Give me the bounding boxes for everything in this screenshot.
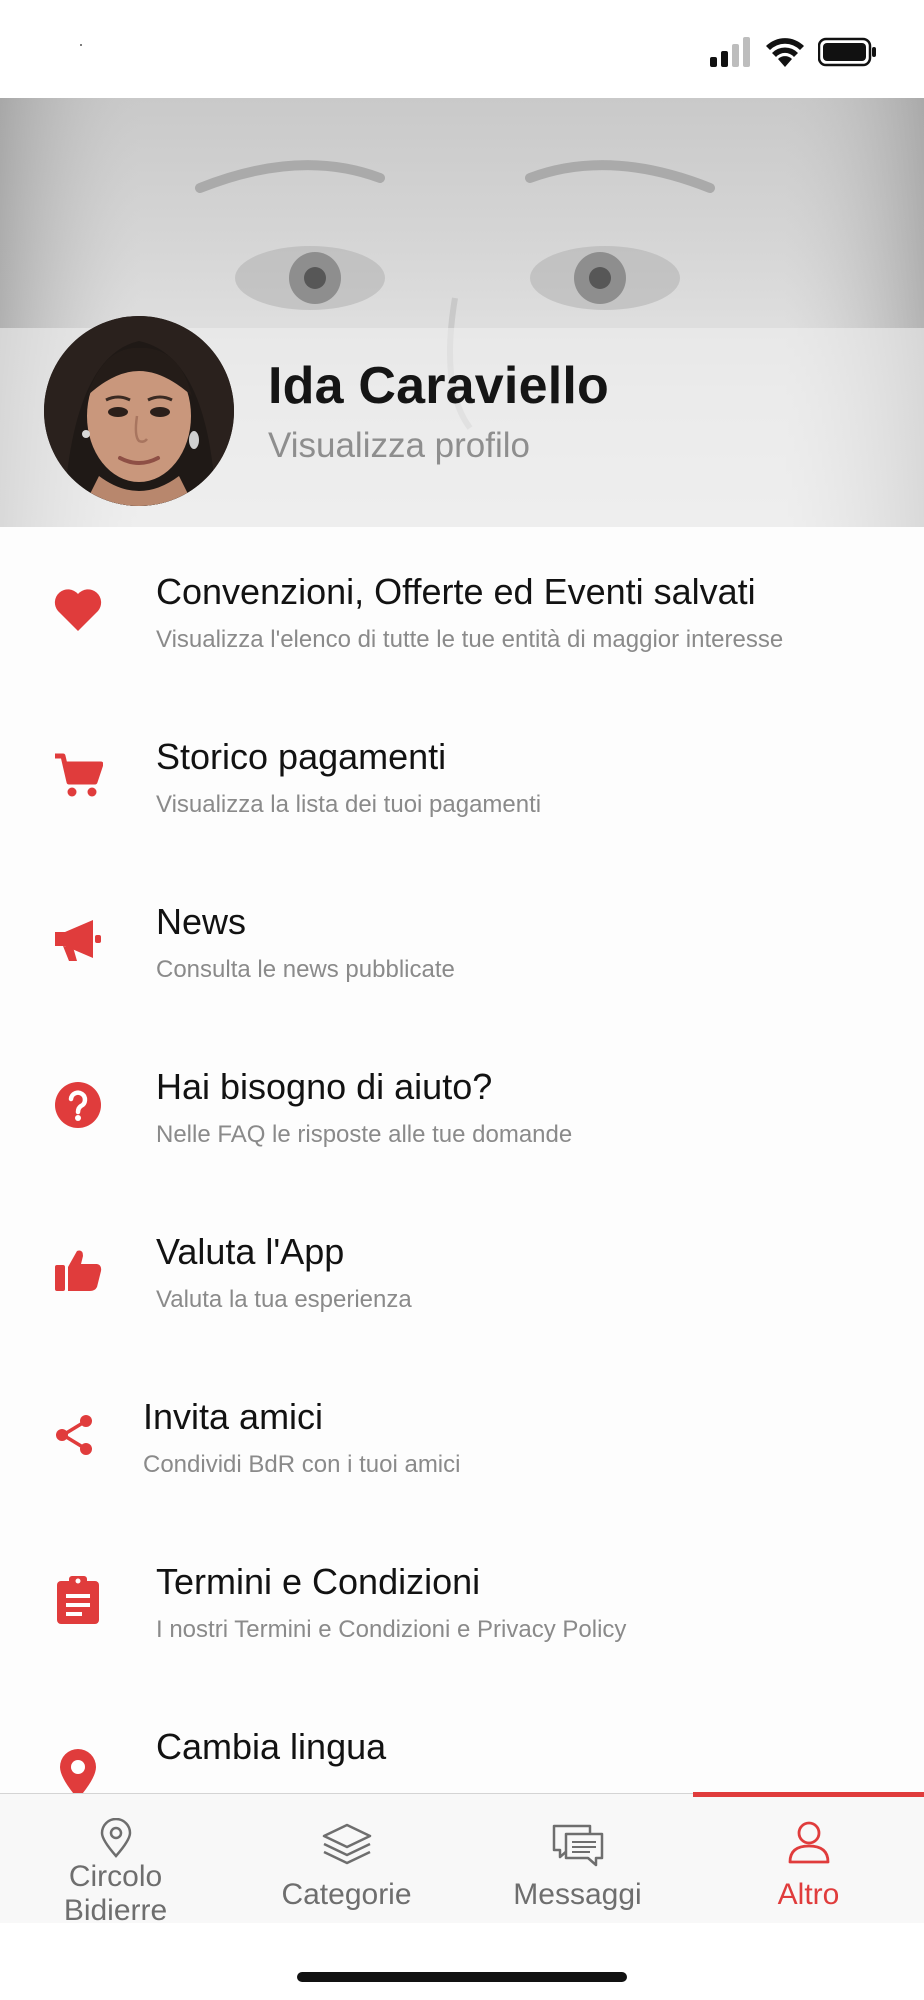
menu-list: Convenzioni, Offerte ed Eventi salvati V… <box>0 527 924 1793</box>
home-indicator[interactable] <box>297 1972 627 1982</box>
profile-name: Ida Caraviello <box>268 357 609 415</box>
tab-messaggi[interactable]: Messaggi <box>462 1794 693 1924</box>
location-pin-icon <box>52 1748 104 1793</box>
menu-item-title: Cambia lingua <box>156 1726 387 1767</box>
menu-item-title: Storico pagamenti <box>156 736 447 777</box>
menu-item-title: Convenzioni, Offerte ed Eventi salvati <box>156 571 756 612</box>
home-indicator-area <box>0 1923 924 2000</box>
menu-item-title: Hai bisogno di aiuto? <box>156 1066 493 1107</box>
battery-icon <box>818 37 876 67</box>
avatar[interactable] <box>44 316 234 506</box>
cellular-signal-icon <box>710 37 750 67</box>
view-profile-link[interactable]: Visualizza profilo <box>268 426 530 466</box>
tab-categorie[interactable]: Categorie <box>231 1794 462 1924</box>
menu-item-saved[interactable]: Convenzioni, Offerte ed Eventi salvati V… <box>0 527 924 692</box>
help-icon <box>52 1079 104 1131</box>
menu-item-title: Invita amici <box>143 1396 324 1437</box>
map-pin-icon <box>100 1818 131 1858</box>
menu-item-subtitle: Consulta le news pubblicate <box>156 956 455 983</box>
menu-item-subtitle: Visualizza l'elenco di tutte le tue enti… <box>156 626 784 653</box>
user-icon <box>788 1821 829 1864</box>
menu-item-news[interactable]: News Consulta le news pubblicate <box>0 857 924 1022</box>
menu-item-payments[interactable]: Storico pagamenti Visualizza la lista de… <box>0 692 924 857</box>
layers-icon <box>322 1823 371 1865</box>
menu-item-subtitle: Visualizza la lista dei tuoi pagamenti <box>156 791 542 818</box>
megaphone-icon <box>52 914 104 966</box>
tab-label: Categorie <box>281 1878 412 1911</box>
tab-label: Messaggi <box>513 1878 642 1911</box>
clipboard-icon <box>52 1574 104 1626</box>
menu-item-help[interactable]: Hai bisogno di aiuto? Nelle FAQ le rispo… <box>0 1022 924 1187</box>
status-dot <box>80 44 82 46</box>
wifi-icon <box>766 38 804 67</box>
menu-item-subtitle: Condividi BdR con i tuoi amici <box>143 1451 461 1478</box>
menu-item-subtitle: Valuta la tua esperienza <box>156 1286 412 1313</box>
tab-circolo-bidierre[interactable]: Circolo Bidierre <box>0 1794 231 1927</box>
menu-item-rate-app[interactable]: Valuta l'App Valuta la tua esperienza <box>0 1187 924 1352</box>
tab-label: Altro <box>777 1878 840 1911</box>
status-icons <box>710 34 878 70</box>
share-icon <box>48 1409 100 1461</box>
tab-altro[interactable]: Altro <box>693 1794 924 1924</box>
menu-item-title: Valuta l'App <box>156 1231 345 1272</box>
tab-label-line1: Circolo <box>68 1860 163 1893</box>
menu-item-title: News <box>156 901 247 942</box>
tab-bar: Circolo Bidierre Categorie Messaggi Altr… <box>0 1792 924 1927</box>
status-bar <box>0 0 924 98</box>
thumbs-up-icon <box>52 1244 104 1296</box>
menu-item-subtitle: Nelle FAQ le risposte alle tue domande <box>156 1121 573 1148</box>
menu-item-invite[interactable]: Invita amici Condividi BdR con i tuoi am… <box>0 1352 924 1517</box>
menu-item-terms[interactable]: Termini e Condizioni I nostri Termini e … <box>0 1517 924 1682</box>
heart-icon <box>52 584 104 636</box>
chat-icon <box>552 1824 603 1867</box>
menu-item-subtitle: I nostri Termini e Condizioni e Privacy … <box>156 1616 627 1643</box>
cart-icon <box>52 749 104 801</box>
menu-item-language[interactable]: Cambia lingua <box>0 1682 924 1793</box>
profile-header[interactable]: Ida Caraviello Visualizza profilo <box>0 98 924 527</box>
menu-item-title: Termini e Condizioni <box>156 1561 481 1602</box>
